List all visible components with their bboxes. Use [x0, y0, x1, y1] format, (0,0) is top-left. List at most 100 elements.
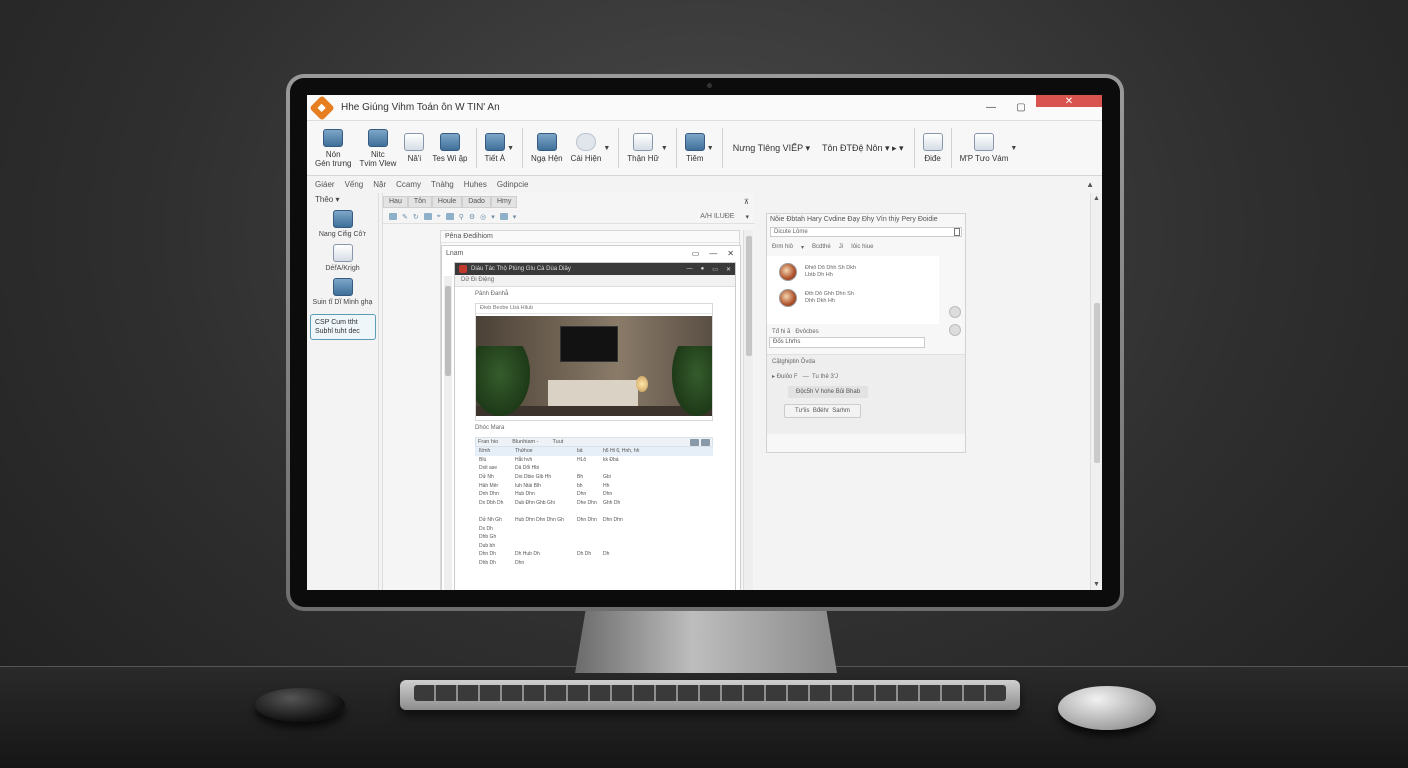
- sidebar-header[interactable]: Thêo ▾: [307, 193, 378, 204]
- tab[interactable]: Tôn: [407, 196, 432, 208]
- tool-icon[interactable]: ⚙: [469, 213, 475, 221]
- close-button[interactable]: ✕: [1036, 95, 1102, 107]
- tab[interactable]: Houle: [431, 196, 463, 208]
- dropdown-nung[interactable]: Nưng Tlêng VIẾP ▾: [733, 143, 810, 154]
- table-row[interactable]: Ilớnh Thứhoe bả h6 Ht 6, Hnh, hh: [475, 447, 713, 456]
- record-icon[interactable]: ●: [701, 266, 705, 273]
- main-scrollbar[interactable]: ▲ ▼: [1090, 193, 1102, 590]
- menu-item[interactable]: Giáer: [315, 180, 335, 189]
- table-row[interactable]: Dhb Gh: [475, 533, 713, 542]
- maximize-icon[interactable]: —: [709, 249, 717, 258]
- pin-icon[interactable]: ⊼: [744, 198, 749, 206]
- ribbon-button-tiet[interactable]: Tiết À: [481, 133, 510, 163]
- menu-item[interactable]: Nặr: [373, 180, 386, 189]
- chevron-down-icon[interactable]: ▾: [745, 213, 749, 221]
- ribbon-button-mp[interactable]: M'P Tưo Vám: [956, 133, 1013, 163]
- maximize-button[interactable]: ▢: [1006, 95, 1036, 120]
- tool-icon[interactable]: ▾: [513, 213, 517, 221]
- sidebar-item-config[interactable]: Nang Cifig Cô'r: [307, 210, 378, 238]
- restore-icon[interactable]: ▭: [712, 266, 718, 273]
- dropdown-ton[interactable]: Tôn ĐTĐệ Nôn ▾ ▸ ▾: [822, 143, 904, 154]
- chevron-down-icon[interactable]: ▼: [603, 145, 610, 152]
- tool-icon[interactable]: [389, 213, 397, 220]
- tool-icon[interactable]: ⌖: [437, 213, 441, 221]
- minimize-icon[interactable]: —: [687, 266, 693, 273]
- ribbon-button-cai[interactable]: Cái Hiện: [567, 133, 606, 163]
- chevron-down-icon[interactable]: ▼: [661, 145, 668, 152]
- ribbon-button-edit[interactable]: Nâ'i: [400, 133, 428, 163]
- scroll-down-icon[interactable]: ▼: [1093, 581, 1100, 588]
- settings-row[interactable]: ▸ Đuiôo F — Tu thẻ 3'J: [772, 373, 960, 380]
- close-icon[interactable]: ✕: [727, 249, 734, 258]
- chevron-down-icon[interactable]: ▼: [1010, 145, 1017, 152]
- list-item[interactable]: Đth Dô Ghh Dhn Sh Dhh Dkh Hh: [767, 285, 939, 311]
- table-row[interactable]: [475, 507, 713, 516]
- table-row[interactable]: Blù Hẫt hvh HLô kk Đbá: [475, 456, 713, 465]
- tab[interactable]: Haụ: [383, 196, 408, 208]
- column-header[interactable]: Blunhiam -: [512, 439, 538, 445]
- inner-scrollbar[interactable]: [444, 276, 452, 590]
- action-button[interactable]: Tư'iis Bđéhr Sarhm: [784, 404, 861, 418]
- scroll-thumb[interactable]: [1094, 303, 1100, 463]
- table-row[interactable]: Dhb Dh Dhn: [475, 559, 713, 568]
- scroll-up-icon[interactable]: ▲: [1093, 195, 1100, 202]
- table-row[interactable]: Dx Dbh Dh Dub Đhn Ghb Ghi Dhe Dhn Ghh Dh: [475, 499, 713, 508]
- table-row[interactable]: Dnh Dhn Hub Dhn Dhn Dhn: [475, 490, 713, 499]
- menu-item[interactable]: Vếng: [345, 180, 364, 189]
- table-row[interactable]: Dử Nh Gh Hub Dhn Dhn Dhn Gh Dhn Dhn Dhn Dhn: [475, 516, 713, 525]
- minimize-icon[interactable]: ▭: [692, 249, 700, 258]
- table-action-icon[interactable]: [701, 438, 710, 446]
- filter-item[interactable]: Ji: [839, 244, 843, 251]
- ribbon-button-view[interactable]: Nitc Tvim Vlew: [355, 128, 400, 168]
- collapse-ribbon-icon[interactable]: ▲: [1086, 180, 1094, 189]
- menu-item[interactable]: Huhes: [464, 180, 487, 189]
- tool-icon[interactable]: ✎: [402, 213, 408, 221]
- search-input[interactable]: Dicute Lôme: [770, 227, 962, 237]
- column-header[interactable]: Tuut: [552, 439, 563, 445]
- browser-address-bar[interactable]: Dữ Đi Điệng: [455, 275, 735, 287]
- filter-item[interactable]: Bcdthé: [812, 244, 831, 251]
- tab[interactable]: Dado: [462, 196, 491, 208]
- ribbon-button-tes[interactable]: Tes Wi ập: [428, 133, 471, 163]
- sidebar-selected-box[interactable]: CSP Cum ttht Subhl tuht dec: [310, 314, 376, 340]
- side-action-button[interactable]: [949, 306, 961, 318]
- chevron-down-icon[interactable]: ▼: [507, 145, 514, 152]
- menu-item[interactable]: Gdinpcie: [497, 180, 529, 189]
- ribbon-button-nga[interactable]: Ngạ Hện: [527, 133, 567, 163]
- menu-item[interactable]: Tnàhg: [431, 180, 454, 189]
- chevron-down-icon[interactable]: ▾: [801, 244, 804, 251]
- sidebar-item-suin[interactable]: Suin tĩ Dĩ Mình ghạ: [307, 278, 378, 306]
- table-row[interactable]: Dx Dh: [475, 524, 713, 533]
- list-item[interactable]: Đhiô Dô Dhh Sh Dkh Lbtb Dh Hh: [767, 259, 939, 285]
- tool-icon[interactable]: [423, 213, 432, 220]
- tool-icon[interactable]: ▾: [491, 213, 495, 221]
- table-row[interactable]: Dxit ase Dả Dổi Hbi: [475, 464, 713, 473]
- column-header[interactable]: Fran hio: [478, 439, 498, 445]
- close-icon[interactable]: ✕: [726, 266, 731, 273]
- tool-icon[interactable]: ↻: [413, 213, 419, 221]
- ribbon-button-tiem[interactable]: Tiêm: [681, 133, 709, 163]
- tool-icon[interactable]: ◎: [480, 213, 486, 221]
- table-row[interactable]: Dub bh: [475, 542, 713, 551]
- menu-item[interactable]: Ccamy: [396, 180, 421, 189]
- filter-item[interactable]: Đrm hiô: [772, 244, 793, 251]
- middle-scrollbar[interactable]: [743, 230, 753, 590]
- tab[interactable]: Hmy: [490, 196, 518, 208]
- chevron-down-icon[interactable]: ▼: [707, 145, 714, 152]
- ribbon-button-gen[interactable]: Nón Gén trưng: [311, 128, 355, 168]
- image-card-toolbar[interactable]: Đieb Bexbe Lbá Hilub: [476, 304, 712, 314]
- ribbon-button-than[interactable]: Thận Hữ: [623, 133, 663, 163]
- text-field[interactable]: Đốs Lhrhs: [769, 337, 925, 348]
- ribbon-button-dide[interactable]: Điđe: [919, 133, 947, 163]
- side-action-button[interactable]: [949, 324, 961, 336]
- tool-icon[interactable]: [445, 213, 454, 220]
- tool-icon[interactable]: ⚲: [459, 213, 464, 221]
- minimize-button[interactable]: —: [976, 95, 1006, 120]
- search-icon[interactable]: [954, 228, 960, 236]
- tool-icon[interactable]: [499, 213, 508, 220]
- tools-right-label[interactable]: A/H ILUĐE: [700, 213, 734, 220]
- filter-item[interactable]: Iôic hiue: [851, 244, 873, 251]
- table-row[interactable]: Dhn Dh Dh Hub Dh Dh Dh Dh: [475, 550, 713, 559]
- option-pill[interactable]: Độc5h V hohe Bủi Bhab: [788, 386, 869, 398]
- table-row[interactable]: Dử Nh Doi Dbie Glb Hh Bh Gbi: [475, 473, 713, 482]
